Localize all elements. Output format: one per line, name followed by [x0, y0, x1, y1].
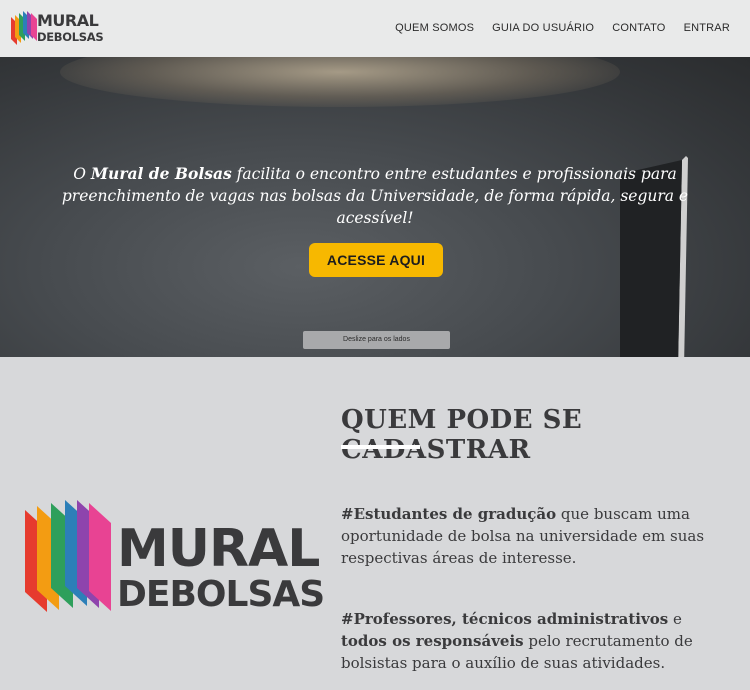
hero-banner: O Mural de Bolsas facilita o encontro en…: [0, 57, 750, 357]
nav-entrar[interactable]: ENTRAR: [684, 22, 730, 34]
nav-contato[interactable]: CONTATO: [612, 22, 665, 34]
nav-quem-somos[interactable]: QUEM SOMOS: [395, 22, 474, 34]
staff-highlight-2: todos os responsáveis: [341, 632, 524, 650]
hero-caption: O Mural de Bolsas facilita o encontro en…: [60, 163, 690, 229]
logo-stripes-large-icon: [25, 500, 111, 612]
logo-stripes-icon: [11, 11, 37, 45]
staff-paragraph: #Professores, técnicos administrativos e…: [341, 608, 716, 674]
students-highlight: #Estudantes de gradução: [341, 505, 557, 523]
logo-line2: DEBOLSAS: [37, 30, 104, 44]
site-header: MURAL DEBOLSAS QUEM SOMOS GUIA DO USUÁRI…: [0, 0, 750, 58]
swipe-hint: Deslize para os lados: [303, 331, 450, 349]
main-nav: QUEM SOMOS GUIA DO USUÁRIO CONTATO ENTRA…: [395, 22, 730, 34]
caption-brand: Mural de Bolsas: [90, 164, 232, 183]
logo-wordmark: MURAL DEBOLSAS: [37, 11, 104, 45]
hero-background-blur: [60, 57, 620, 107]
acesse-aqui-button[interactable]: ACESSE AQUI: [309, 243, 443, 277]
logo-line1: MURAL: [37, 11, 99, 30]
quem-pode-section: MURAL DEBOLSAS QUEM PODE SE CADASTRAR #E…: [0, 357, 750, 690]
section-title: QUEM PODE SE CADASTRAR: [341, 405, 583, 465]
title-underline: [341, 445, 420, 449]
students-paragraph: #Estudantes de gradução que buscam uma o…: [341, 503, 716, 569]
section-logo-line1: MURAL: [117, 519, 320, 579]
section-logo-line2: DEBOLSAS: [117, 574, 325, 615]
header-logo[interactable]: MURAL DEBOLSAS: [11, 11, 106, 45]
staff-connector: e: [668, 610, 682, 628]
caption-pre: O: [73, 165, 91, 183]
nav-guia-do-usuario[interactable]: GUIA DO USUÁRIO: [492, 22, 594, 34]
staff-highlight: #Professores, técnicos administrativos: [341, 610, 669, 628]
section-logo: MURAL DEBOLSAS: [25, 500, 325, 615]
